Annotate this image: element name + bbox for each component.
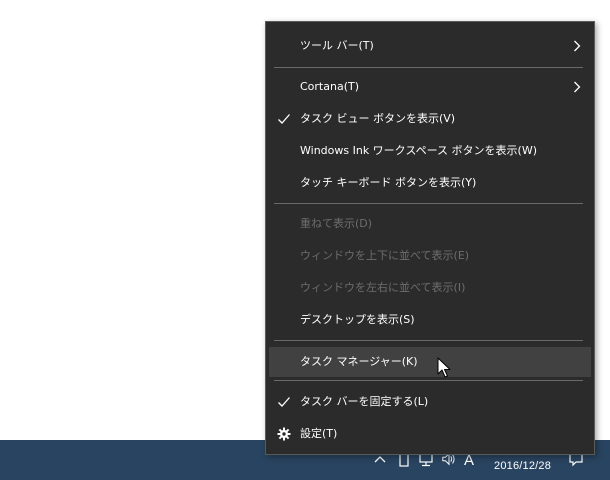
menu-item-label: ウィンドウを左右に並べて表示(I) [300, 281, 466, 294]
menu-item-task-view[interactable]: タスク ビュー ボタンを表示(V) [269, 104, 591, 134]
chevron-right-icon [574, 40, 581, 52]
menu-item-cortana[interactable]: Cortana(T) [269, 72, 591, 102]
gear-icon [277, 427, 291, 441]
menu-item-show-desktop[interactable]: デスクトップを表示(S) [269, 305, 591, 335]
chevron-right-icon [574, 81, 581, 93]
menu-item-label: タッチ キーボード ボタンを表示(Y) [300, 176, 477, 189]
menu-item-side-by-side: ウィンドウを左右に並べて表示(I) [269, 273, 591, 303]
menu-item-touch-keyboard[interactable]: タッチ キーボード ボタンを表示(Y) [269, 168, 591, 198]
menu-separator [274, 67, 583, 68]
menu-item-task-manager[interactable]: タスク マネージャー(K) [269, 347, 591, 377]
menu-item-label: Windows Ink ワークスペース ボタンを表示(W) [300, 144, 537, 157]
menu-item-label: ウィンドウを上下に並べて表示(E) [300, 249, 470, 262]
menu-item-label: 重ねて表示(D) [300, 217, 373, 230]
menu-separator [274, 380, 583, 381]
menu-item-settings[interactable]: 設定(T) [269, 419, 591, 449]
check-icon [278, 114, 290, 124]
clock-date[interactable]: 2016/12/28 [494, 460, 551, 472]
menu-item-label: ツール バー(T) [300, 39, 374, 52]
menu-item-label: デスクトップを表示(S) [300, 313, 415, 326]
menu-item-toolbars[interactable]: ツール バー(T) [269, 31, 591, 61]
menu-item-cascade: 重ねて表示(D) [269, 209, 591, 239]
menu-item-label: タスク バーを固定する(L) [300, 395, 429, 408]
taskbar-context-menu: ツール バー(T) Cortana(T) タスク ビュー ボタンを表示(V) W… [265, 21, 595, 455]
menu-item-label: Cortana(T) [300, 80, 360, 93]
menu-item-label: タスク ビュー ボタンを表示(V) [300, 112, 456, 125]
menu-item-lock-taskbar[interactable]: タスク バーを固定する(L) [269, 387, 591, 417]
menu-item-stack: ウィンドウを上下に並べて表示(E) [269, 241, 591, 271]
menu-separator [274, 340, 583, 341]
menu-item-label: タスク マネージャー(K) [300, 355, 418, 368]
mouse-pointer-icon [437, 357, 451, 378]
check-icon [278, 397, 290, 407]
menu-item-label: 設定(T) [300, 427, 338, 440]
menu-item-ink-workspace[interactable]: Windows Ink ワークスペース ボタンを表示(W) [269, 136, 591, 166]
menu-separator [274, 203, 583, 204]
